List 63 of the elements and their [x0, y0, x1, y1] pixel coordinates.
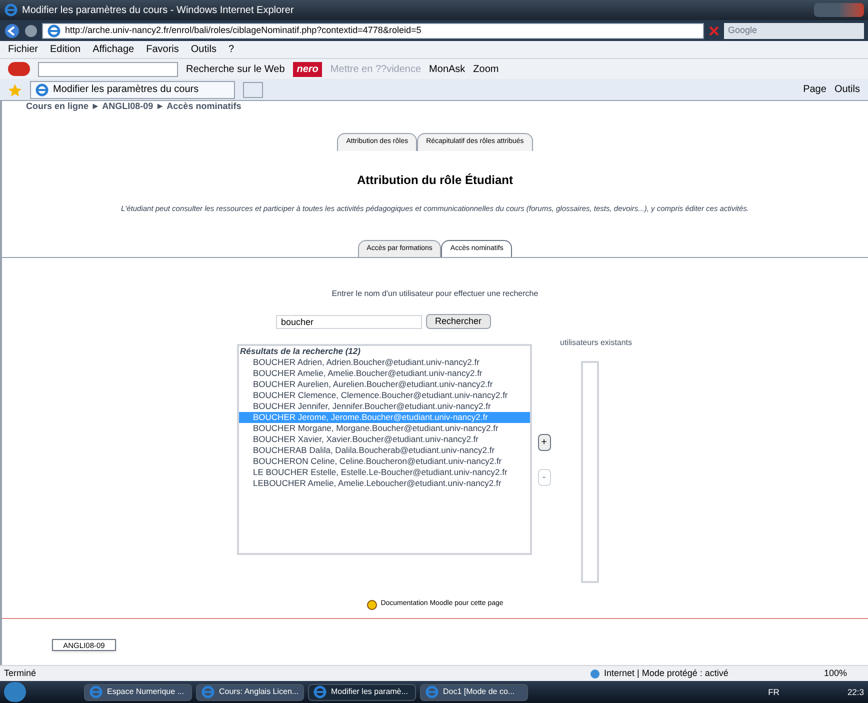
result-option[interactable]: BOUCHER Adrien, Adrien.Boucher@etudiant.univ-nancy2.fr	[239, 357, 530, 368]
address-field[interactable]: http://arche.univ-nancy2.fr/enrol/bali/roles/ciblageNominatif.php?contextid=4778&roleid=5	[42, 22, 704, 38]
user-search-field[interactable]: boucher	[276, 314, 422, 329]
taskbar-button[interactable]: Cours: Anglais Licen...	[196, 684, 304, 700]
command-button[interactable]: Page	[803, 82, 826, 97]
existing-users-list[interactable]	[581, 361, 600, 584]
result-option[interactable]: LEBOUCHER Amelie, Amelie.Leboucher@etudiant.univ-nancy2.fr	[239, 478, 530, 490]
browser-icon	[4, 3, 18, 17]
results-header: Résultats de la recherche (12)	[239, 346, 362, 358]
result-option[interactable]: BOUCHER Amelie, Amelie.Boucher@etudiant.univ-nancy2.fr	[239, 368, 530, 380]
add-button[interactable]: +	[538, 434, 550, 452]
existing-users-label: utilisateurs existants	[560, 337, 632, 350]
result-option[interactable]: LE BOUCHER Estelle, Estelle.Le-Boucher@etudiant.univ-nancy2.fr	[239, 467, 530, 478]
language-indicator[interactable]: FR	[768, 686, 780, 698]
menu-item[interactable]: Edition	[50, 42, 81, 57]
new-tab-button[interactable]	[243, 82, 263, 98]
browser-tab[interactable]: Modifier les paramètres du cours	[30, 80, 235, 98]
security-zone: Internet | Mode protégé : activé	[604, 666, 730, 680]
window-icon	[201, 685, 215, 699]
search-prompt: Entrer le nom d'un utilisateur pour effectuer une recherche	[330, 288, 540, 300]
info-icon	[366, 600, 377, 610]
start-button[interactable]	[4, 682, 26, 702]
result-option[interactable]: BOUCHER Morgane, Morgane.Boucher@etudiant.univ-nancy2.fr	[239, 423, 530, 434]
page-icon	[35, 82, 49, 96]
result-option[interactable]: BOUCHER Xavier, Xavier.Boucher@etudiant.univ-nancy2.fr	[239, 434, 530, 446]
page-icon	[47, 24, 61, 38]
results-list[interactable]	[237, 344, 532, 556]
menu-item[interactable]: Outils	[190, 42, 216, 57]
zoom-level[interactable]: 100%	[824, 666, 864, 680]
back-icon[interactable]	[4, 22, 20, 38]
forward-icon[interactable]	[24, 24, 38, 38]
window-icon	[425, 685, 439, 699]
breadcrumb: Cours en ligne ► ANGLI08-09 ► Accès nominatifs	[26, 101, 242, 111]
toolbar-search-field[interactable]	[38, 62, 178, 76]
taskbar-button[interactable]: Modifier les paramè...	[308, 684, 416, 700]
result-option[interactable]: BOUCHER Clemence, Clemence.Boucher@etudiant.univ-nancy2.fr	[239, 390, 530, 402]
window-title: Modifier les paramètres du cours - Windows Internet Explorer	[22, 4, 294, 18]
result-option[interactable]: BOUCHERAB Dalila, Dalila.Boucherab@etudiant.univ-nancy2.fr	[239, 445, 530, 456]
search-field[interactable]: Google	[724, 22, 864, 38]
clock: 22:3	[847, 686, 864, 698]
star-icon[interactable]	[8, 82, 22, 96]
menu-item[interactable]: ?	[228, 42, 234, 57]
menu-item[interactable]: Affichage	[92, 42, 134, 57]
close-icon[interactable]	[708, 24, 720, 36]
result-option[interactable]: BOUCHER Aurelien, Aurelien.Boucher@etudiant.univ-nancy2.fr	[239, 379, 530, 390]
web-search-button[interactable]: Recherche sur le Web	[186, 62, 285, 76]
taskbar-button[interactable]: Doc1 [Mode de co...	[420, 684, 528, 700]
toolbar-button[interactable]: MonAsk	[429, 62, 466, 76]
result-option[interactable]: BOUCHER Jennifer, Jennifer.Boucher@etudiant.univ-nancy2.fr	[239, 401, 530, 412]
menu-item[interactable]: Favoris	[146, 42, 179, 57]
page-heading: Attribution du rôle Étudiant	[356, 172, 514, 188]
window-icon	[313, 685, 327, 699]
menu-item[interactable]: Fichier	[8, 42, 38, 57]
toolbar-button[interactable]: Zoom	[473, 62, 499, 76]
result-option[interactable]: BOUCHERON Celine, Celine.Boucheron@etudiant.univ-nancy2.fr	[239, 456, 530, 468]
command-button[interactable]: Outils	[834, 82, 860, 97]
search-button[interactable]: Rechercher	[426, 314, 491, 330]
globe-icon	[590, 668, 600, 678]
window-icon	[89, 685, 103, 699]
taskbar-button[interactable]: Espace Numerique ...	[84, 684, 192, 700]
status-text: Terminé	[4, 666, 36, 680]
brand-logo[interactable]: nero	[292, 62, 322, 76]
window-controls[interactable]	[814, 3, 864, 17]
